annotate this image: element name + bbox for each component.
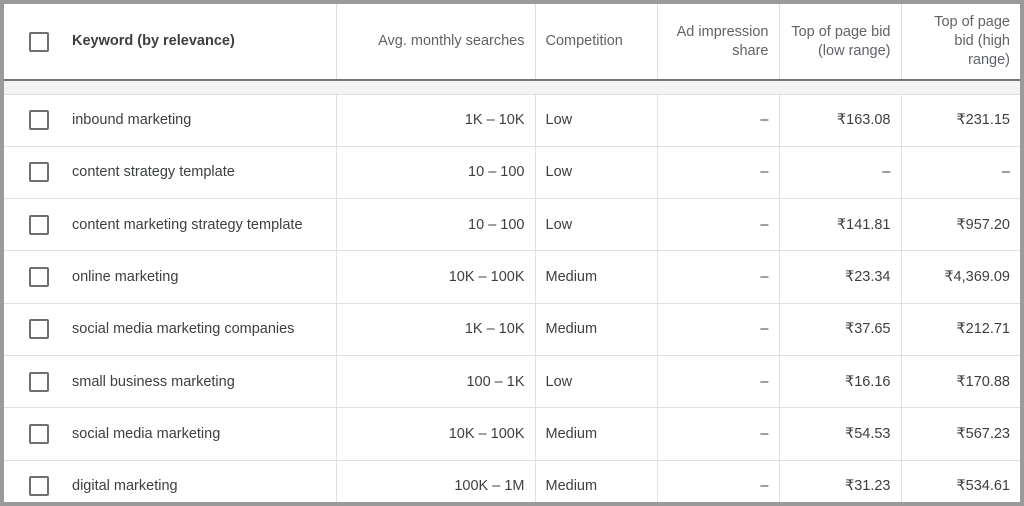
- row-checkbox[interactable]: [29, 162, 49, 183]
- competition-cell: Low: [534, 146, 657, 200]
- competition-cell: Medium: [534, 303, 657, 356]
- bid-high-cell: ₹534.61: [900, 460, 1020, 502]
- row-checkbox[interactable]: [29, 423, 49, 444]
- ad-impression-share-cell: –: [656, 94, 779, 147]
- bid-high-cell: ₹212.71: [900, 303, 1020, 356]
- row-checkbox[interactable]: [29, 214, 49, 235]
- row-checkbox-cell: [4, 250, 66, 304]
- competition-cell: Low: [534, 355, 657, 409]
- column-header-competition[interactable]: Competition: [534, 4, 657, 80]
- competition-cell: Low: [534, 198, 657, 252]
- ad-impression-share-cell: –: [656, 198, 779, 252]
- bid-low-cell: ₹141.81: [778, 198, 901, 252]
- keyword-cell[interactable]: content strategy template: [66, 146, 336, 200]
- row-checkbox[interactable]: [29, 371, 49, 392]
- keyword-cell[interactable]: inbound marketing: [66, 94, 336, 147]
- row-checkbox[interactable]: [29, 319, 49, 340]
- avg-monthly-searches-cell: 100 – 1K: [335, 355, 535, 409]
- table-row[interactable]: online marketing 10K – 100K Medium – ₹23.34 ₹…: [4, 250, 1020, 304]
- avg-monthly-searches-cell: 10K – 100K: [335, 250, 535, 304]
- ad-impression-share-cell: –: [656, 303, 779, 356]
- avg-monthly-searches-cell: 10 – 100: [335, 198, 535, 252]
- bid-low-cell: ₹16.16: [778, 355, 901, 409]
- table-row[interactable]: inbound marketing 1K – 10K Low – ₹163.08 ₹231…: [4, 94, 1020, 147]
- competition-cell: Medium: [534, 250, 657, 304]
- bid-low-cell: ₹37.65: [778, 303, 901, 356]
- row-checkbox-cell: [4, 460, 66, 502]
- row-checkbox-cell: [4, 198, 66, 252]
- bid-low-cell: ₹163.08: [778, 94, 901, 147]
- row-checkbox[interactable]: [29, 267, 49, 288]
- bid-high-cell: ₹567.23: [900, 407, 1020, 461]
- keyword-cell[interactable]: content marketing strategy template: [66, 198, 336, 252]
- column-header-avg-monthly-searches[interactable]: Avg. monthly searches: [335, 4, 535, 80]
- bid-low-cell: ₹23.34: [778, 250, 901, 304]
- ad-impression-share-cell: –: [656, 407, 779, 461]
- keyword-cell[interactable]: digital marketing: [66, 460, 336, 502]
- select-all-cell: [4, 4, 66, 80]
- keyword-cell[interactable]: small business marketing: [66, 355, 336, 409]
- column-header-keyword[interactable]: Keyword (by relevance): [66, 4, 336, 80]
- ad-impression-share-cell: –: [656, 460, 779, 502]
- row-checkbox-cell: [4, 146, 66, 200]
- bid-high-cell: ₹4,369.09: [900, 250, 1020, 304]
- ad-impression-share-cell: –: [656, 146, 779, 200]
- avg-monthly-searches-cell: 100K – 1M: [335, 460, 535, 502]
- column-header-bid-low[interactable]: Top of page bid (low range): [778, 4, 901, 80]
- column-header-bid-high[interactable]: Top of page bid (high range): [900, 4, 1020, 80]
- competition-cell: Medium: [534, 407, 657, 461]
- avg-monthly-searches-cell: 10 – 100: [335, 146, 535, 200]
- table-header: Keyword (by relevance) Avg. monthly sear…: [4, 4, 1020, 80]
- competition-cell: Low: [534, 94, 657, 147]
- keyword-ideas-table: Keyword (by relevance) Avg. monthly sear…: [4, 4, 1020, 502]
- keyword-cell[interactable]: social media marketing: [66, 407, 336, 461]
- bid-high-cell: –: [900, 146, 1020, 200]
- header-separator-band: [4, 80, 1020, 95]
- bid-low-cell: ₹54.53: [778, 407, 901, 461]
- bid-low-cell: ₹31.23: [778, 460, 901, 502]
- bid-high-cell: ₹231.15: [900, 94, 1020, 147]
- column-header-ad-impression-share[interactable]: Ad impression share: [656, 4, 779, 80]
- ad-impression-share-cell: –: [656, 250, 779, 304]
- avg-monthly-searches-cell: 1K – 10K: [335, 94, 535, 147]
- row-checkbox-cell: [4, 355, 66, 409]
- row-checkbox-cell: [4, 94, 66, 147]
- table-row[interactable]: social media marketing companies 1K – 10K…: [4, 303, 1020, 356]
- row-checkbox-cell: [4, 407, 66, 461]
- avg-monthly-searches-cell: 10K – 100K: [335, 407, 535, 461]
- avg-monthly-searches-cell: 1K – 10K: [335, 303, 535, 356]
- bid-high-cell: ₹957.20: [900, 198, 1020, 252]
- table-row[interactable]: small business marketing 100 – 1K Low – ₹16.…: [4, 355, 1020, 409]
- table-row[interactable]: content strategy template 10 – 100 Low – – –: [4, 146, 1020, 200]
- keyword-cell[interactable]: social media marketing companies: [66, 303, 336, 356]
- bid-low-cell: –: [778, 146, 901, 200]
- table-row[interactable]: social media marketing 10K – 100K Medium – ₹…: [4, 407, 1020, 461]
- keyword-ideas-table-frame: Keyword (by relevance) Avg. monthly sear…: [4, 4, 1020, 502]
- competition-cell: Medium: [534, 460, 657, 502]
- table-row[interactable]: content marketing strategy template 10 – …: [4, 198, 1020, 252]
- table-body: inbound marketing 1K – 10K Low – ₹163.08 ₹231…: [4, 80, 1020, 502]
- table-row[interactable]: digital marketing 100K – 1M Medium – ₹31.23 ₹…: [4, 460, 1020, 502]
- row-checkbox-cell: [4, 303, 66, 356]
- row-checkbox[interactable]: [29, 110, 49, 131]
- select-all-checkbox[interactable]: [29, 31, 49, 52]
- row-checkbox[interactable]: [29, 476, 49, 497]
- ad-impression-share-cell: –: [656, 355, 779, 409]
- bid-high-cell: ₹170.88: [900, 355, 1020, 409]
- keyword-cell[interactable]: online marketing: [66, 250, 336, 304]
